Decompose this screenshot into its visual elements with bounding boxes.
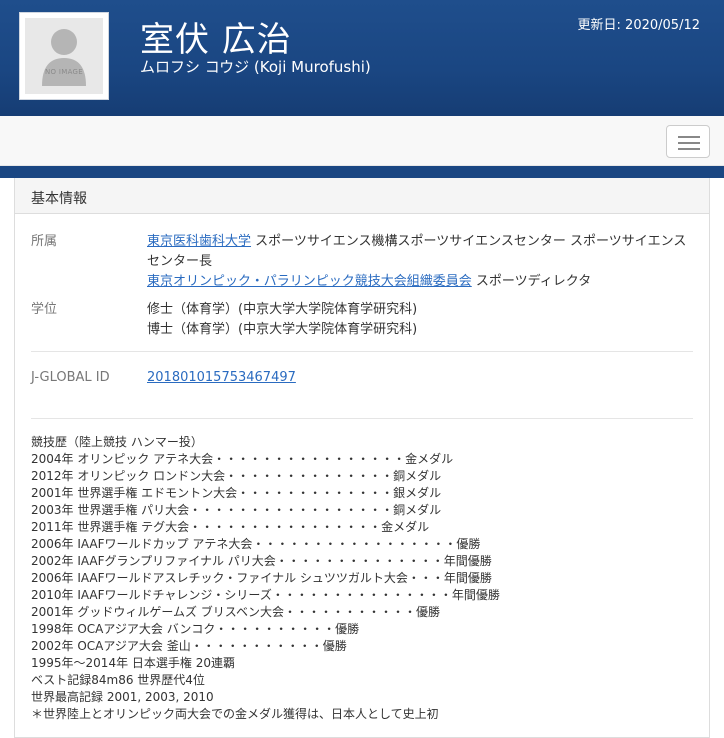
career-line: 2010年 IAAFワールドチャレンジ・シリーズ・・・・・・・・・・・・・・・年… bbox=[31, 588, 500, 602]
no-image-text: NO IMAGE bbox=[45, 68, 83, 76]
divider bbox=[31, 351, 693, 352]
degree-item: 博士（体育学）(中京大学大学院体育学研究科) bbox=[147, 322, 418, 337]
career-line: 1998年 OCAアジア大会 バンコク・・・・・・・・・・優勝 bbox=[31, 622, 360, 636]
panel-title: 基本情報 bbox=[31, 191, 87, 207]
panel-heading: 基本情報 bbox=[15, 178, 709, 214]
avatar: NO IMAGE bbox=[19, 12, 109, 100]
degree-label: 学位 bbox=[31, 302, 58, 317]
affiliation-org-link[interactable]: 東京オリンピック・パラリンピック競技大会組織委員会 bbox=[147, 274, 472, 289]
jglobal-id-link[interactable]: 201801015753467497 bbox=[147, 370, 296, 385]
career-line: 世界最高記録 2001, 2003, 2010 bbox=[31, 690, 214, 704]
basic-info-panel: 基本情報 所属 東京医科歯科大学 スポーツサイエンス機構スポーツサイエンスセンタ… bbox=[14, 178, 710, 738]
affiliation-value: 東京医科歯科大学 スポーツサイエンス機構スポーツサイエンスセンター スポーツサイ… bbox=[147, 232, 693, 292]
career-line: 2006年 IAAFワールドアスレチック・ファイナル シュツツガルト大会・・・年… bbox=[31, 571, 492, 585]
career-line: ベスト記録84m86 世界歴代4位 bbox=[31, 673, 205, 687]
affiliation-org-link[interactable]: 東京医科歯科大学 bbox=[147, 234, 251, 249]
affiliation-label: 所属 bbox=[31, 234, 58, 249]
jglobal-label: J-GLOBAL ID bbox=[31, 370, 110, 385]
career-line: 2012年 オリンピック ロンドン大会・・・・・・・・・・・・・・銅メダル bbox=[31, 469, 442, 483]
career-line: 2001年 グッドウィルゲームズ ブリスベン大会・・・・・・・・・・・優勝 bbox=[31, 605, 440, 619]
avatar-placeholder: NO IMAGE bbox=[25, 18, 103, 94]
profile-header: NO IMAGE 室伏 広治 ムロフシ コウジ (Koji Murofushi)… bbox=[0, 0, 724, 116]
career-line: 2011年 世界選手権 テグ大会・・・・・・・・・・・・・・・・金メダル bbox=[31, 520, 430, 534]
career-line: 競技歴（陸上競技 ハンマー投） bbox=[31, 435, 203, 449]
career-line: ＊世界陸上とオリンピック両大会での金メダル獲得は、日本人として史上初 bbox=[31, 707, 439, 721]
career-line: 2002年 IAAFグランプリファイナル パリ大会・・・・・・・・・・・・・・年… bbox=[31, 554, 492, 568]
hamburger-icon bbox=[678, 148, 700, 150]
career-history: 競技歴（陸上競技 ハンマー投） 2004年 オリンピック アテネ大会・・・・・・… bbox=[31, 434, 701, 723]
name-kana: ムロフシ コウジ (Koji Murofushi) bbox=[140, 58, 371, 76]
hamburger-icon bbox=[678, 142, 700, 144]
career-line: 2003年 世界選手権 パリ大会・・・・・・・・・・・・・・・・・銅メダル bbox=[31, 503, 442, 517]
affiliation-title: スポーツディレクタ bbox=[475, 274, 592, 289]
menu-toggle-button[interactable] bbox=[666, 125, 710, 158]
degree-value: 修士（体育学）(中京大学大学院体育学研究科) 博士（体育学）(中京大学大学院体育… bbox=[147, 300, 693, 340]
divider bbox=[31, 418, 693, 419]
career-line: 2006年 IAAFワールドカップ アテネ大会・・・・・・・・・・・・・・・・・… bbox=[31, 537, 481, 551]
career-line: 1995年～2014年 日本選手権 20連覇 bbox=[31, 656, 235, 670]
header-divider-bar bbox=[0, 166, 724, 178]
career-line: 2004年 オリンピック アテネ大会・・・・・・・・・・・・・・・・金メダル bbox=[31, 452, 454, 466]
navbar bbox=[0, 116, 724, 166]
person-icon bbox=[42, 29, 86, 86]
updated-date: 更新日: 2020/05/12 bbox=[577, 18, 700, 33]
jglobal-value: 201801015753467497 bbox=[147, 368, 693, 388]
career-line: 2002年 OCAアジア大会 釜山・・・・・・・・・・・優勝 bbox=[31, 639, 347, 653]
degree-item: 修士（体育学）(中京大学大学院体育学研究科) bbox=[147, 302, 418, 317]
hamburger-icon bbox=[678, 136, 700, 138]
name-japanese: 室伏 広治 bbox=[140, 20, 292, 60]
career-line: 2001年 世界選手権 エドモントン大会・・・・・・・・・・・・・銀メダル bbox=[31, 486, 442, 500]
